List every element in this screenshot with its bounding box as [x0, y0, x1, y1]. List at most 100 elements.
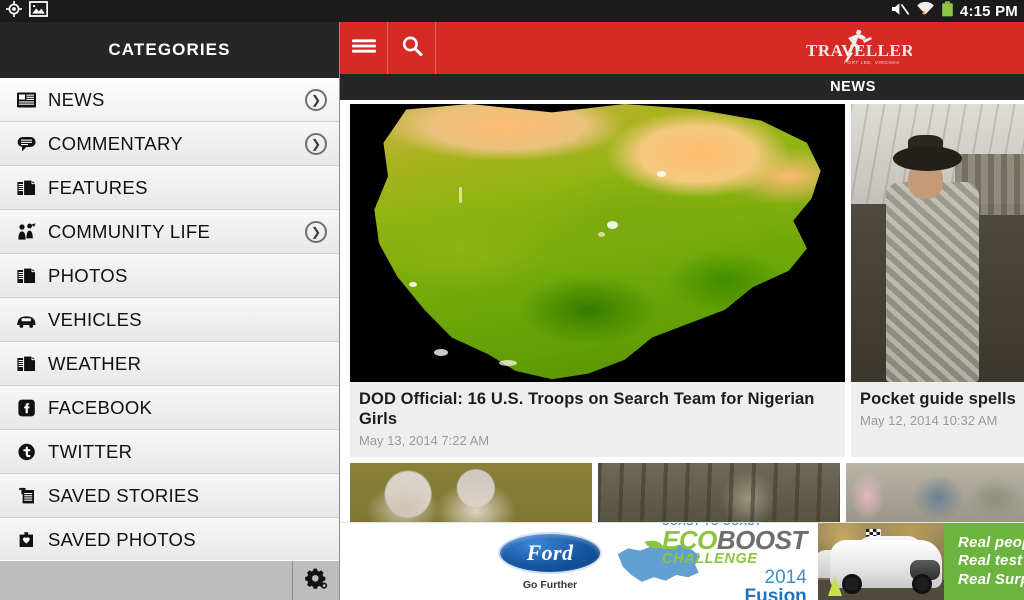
article-text: Pocket guide spells May 12, 2014 10:32 A…	[851, 382, 1024, 437]
sidebar-item-label: FEATURES	[48, 177, 305, 199]
sidebar-item-commentary[interactable]: COMMENTARY ❯	[0, 122, 339, 166]
article-card-side[interactable]: Pocket guide spells May 12, 2014 10:32 A…	[851, 104, 1024, 457]
sidebar-item-community-life[interactable]: COMMUNITY LIFE ❯	[0, 210, 339, 254]
article-thumbnail	[846, 463, 1024, 523]
twitter-icon	[14, 439, 40, 465]
ad-left-blank	[340, 523, 490, 600]
sidebar-item-label: COMMUNITY LIFE	[48, 221, 305, 243]
sidebar-item-weather[interactable]: WEATHER	[0, 342, 339, 386]
sidebar-item-label: WEATHER	[48, 353, 305, 375]
status-bar-left-icons	[6, 1, 48, 22]
article-row-2	[350, 463, 1024, 523]
status-bar-clock: 4:15 PM	[960, 3, 1018, 20]
ad-boost-part: BOOST	[717, 525, 807, 555]
ford-ecoboost-ad-banner[interactable]: Ford Go Further COAST-TO-COAST ECOBOOST …	[340, 522, 1024, 600]
article-text: DOD Official: 16 U.S. Troops on Search T…	[350, 382, 845, 457]
chevron-right-icon[interactable]: ❯	[305, 89, 327, 111]
nigeria-vegetation-satellite-map	[350, 104, 845, 382]
ad-green-line-2: Real test dr	[958, 552, 1024, 570]
article-card[interactable]	[598, 463, 840, 523]
traveller-news-app: TRAVELLER FORT LEE, VIRGINIA NEWS	[340, 22, 1024, 600]
sidebar-item-label: TWITTER	[48, 441, 305, 463]
sidebar-item-saved-photos[interactable]: SAVED PHOTOS	[0, 518, 339, 560]
ford-logo-icon: Ford	[498, 532, 602, 574]
image-gallery-icon	[29, 1, 48, 22]
article-card[interactable]	[846, 463, 1024, 523]
traffic-cone-icon	[828, 576, 842, 596]
hamburger-menu-button[interactable]	[340, 22, 388, 74]
wifi-signal-icon	[916, 1, 935, 22]
sidebar-item-label: COMMENTARY	[48, 133, 305, 155]
documents-icon	[14, 175, 40, 201]
people-icon	[14, 219, 40, 245]
article-card[interactable]	[350, 463, 592, 523]
sidebar-item-label: SAVED PHOTOS	[48, 529, 305, 551]
ecoboost-text: COAST-TO-COAST ECOBOOST CHALLENGE 2014 F…	[662, 522, 807, 600]
article-thumbnail	[350, 104, 845, 382]
ford-brand-block: Ford Go Further	[490, 523, 610, 600]
hamburger-menu-icon	[350, 36, 378, 61]
drill-sergeant-photo	[851, 104, 1024, 382]
status-bar-right-icons: 4:15 PM	[891, 1, 1018, 22]
status-bar: 4:15 PM	[0, 0, 1024, 22]
sidebar-item-vehicles[interactable]: VEHICLES	[0, 298, 339, 342]
ad-green-text: Real people Real test dr Real Surpris	[944, 534, 1024, 589]
drawer-title: CATEGORIES	[108, 40, 230, 60]
categories-drawer: CATEGORIES NEWS ❯ COMMENTARY	[0, 22, 340, 600]
traveller-logo[interactable]: TRAVELLER FORT LEE, VIRGINIA	[800, 26, 912, 72]
ad-model: Fusion	[662, 587, 807, 600]
sidebar-item-features[interactable]: FEATURES	[0, 166, 339, 210]
sidebar-item-saved-stories[interactable]: SAVED STORIES	[0, 474, 339, 518]
article-date: May 12, 2014 10:32 AM	[860, 413, 1015, 428]
sidebar-item-label: VEHICLES	[48, 309, 305, 331]
documents-icon	[14, 351, 40, 377]
action-bar: TRAVELLER FORT LEE, VIRGINIA	[340, 22, 1024, 74]
chevron-right-icon[interactable]: ❯	[305, 221, 327, 243]
article-row-1: DOD Official: 16 U.S. Troops on Search T…	[350, 104, 1024, 457]
ad-ecoboost-wordmark: ECOBOOST	[662, 528, 807, 553]
gear-icon	[304, 567, 328, 594]
save-document-icon	[14, 483, 40, 509]
section-tab-bar: NEWS	[340, 74, 1024, 100]
svg-text:FORT LEE, VIRGINIA: FORT LEE, VIRGINIA	[844, 60, 900, 65]
sidebar-item-photos[interactable]: PHOTOS	[0, 254, 339, 298]
search-button[interactable]	[388, 22, 436, 74]
community-volunteers-photo	[846, 463, 1024, 523]
gps-location-icon	[6, 1, 22, 22]
officials-meeting-photo	[350, 463, 592, 523]
sidebar-item-news[interactable]: NEWS ❯	[0, 78, 339, 122]
article-card-hero[interactable]: DOD Official: 16 U.S. Troops on Search T…	[350, 104, 845, 457]
ad-green-panel: Real people Real test dr Real Surpris	[944, 523, 1024, 600]
drawer-header: CATEGORIES	[0, 22, 339, 78]
article-thumbnail	[851, 104, 1024, 382]
sidebar-item-label: SAVED STORIES	[48, 485, 305, 507]
ecoboost-challenge-block: COAST-TO-COAST ECOBOOST CHALLENGE 2014 F…	[610, 523, 818, 600]
soldier-in-woods-photo	[598, 463, 840, 523]
car-icon	[14, 307, 40, 333]
action-bar-spacer	[436, 22, 1024, 74]
ad-green-line-1: Real people	[958, 534, 1024, 552]
volume-mute-icon	[891, 1, 910, 22]
documents-icon	[14, 263, 40, 289]
ford-tagline: Go Further	[523, 579, 577, 591]
ad-year: 2014	[662, 568, 807, 587]
search-icon	[400, 34, 424, 63]
sidebar-item-twitter[interactable]: TWITTER	[0, 430, 339, 474]
chevron-right-icon[interactable]: ❯	[305, 133, 327, 155]
article-thumbnail	[598, 463, 840, 523]
drawer-footer	[0, 560, 339, 600]
ad-green-line-3: Real Surpris	[958, 571, 1024, 589]
tab-news[interactable]: NEWS	[830, 79, 876, 95]
ad-eco-part: ECO	[662, 525, 717, 555]
settings-button[interactable]	[293, 561, 339, 600]
save-photo-icon	[14, 527, 40, 553]
newspaper-icon	[14, 87, 40, 113]
battery-full-icon	[941, 1, 954, 22]
running-soldier-icon: TRAVELLER FORT LEE, VIRGINIA	[800, 26, 912, 72]
sidebar-item-label: FACEBOOK	[48, 397, 305, 419]
article-title: Pocket guide spells	[860, 389, 1015, 409]
sidebar-item-facebook[interactable]: FACEBOOK	[0, 386, 339, 430]
article-thumbnail	[350, 463, 592, 523]
sidebar-item-label: PHOTOS	[48, 265, 305, 287]
ford-wordmark: Ford	[527, 540, 574, 566]
